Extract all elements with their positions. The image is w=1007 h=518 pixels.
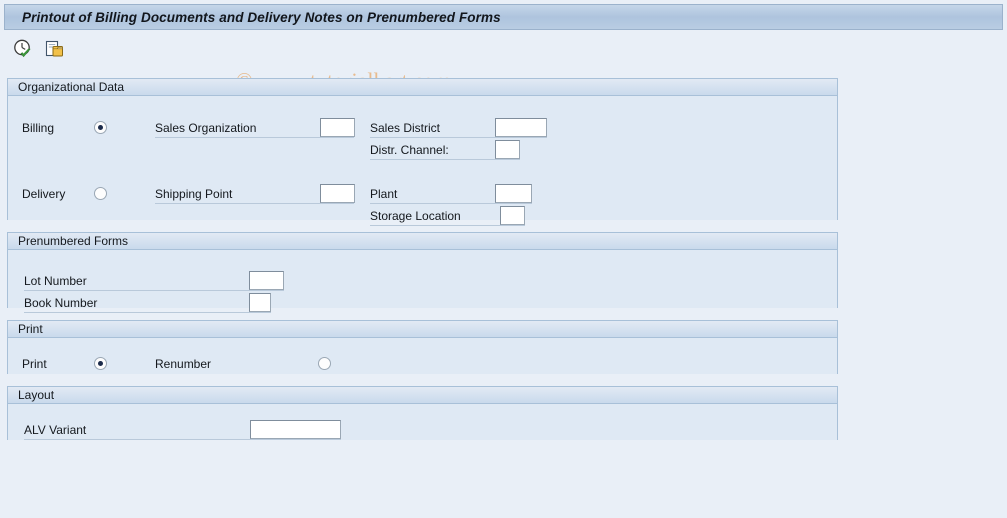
distr-channel-underline — [370, 159, 520, 160]
renumber-option-label: Renumber — [155, 357, 212, 371]
lot-number-input[interactable] — [249, 271, 284, 290]
sales-district-input[interactable] — [495, 118, 547, 137]
distr-channel-label: Distr. Channel: — [370, 143, 449, 157]
sales-district-label: Sales District — [370, 121, 441, 135]
storage-location-input[interactable] — [500, 206, 525, 225]
panel-print: Print Print Renumber — [7, 320, 838, 374]
billing-radio[interactable] — [94, 121, 107, 134]
panel-header-organizational-data: Organizational Data — [8, 79, 837, 96]
copy-documents-icon[interactable] — [44, 38, 66, 60]
panel-organizational-data: Organizational Data Billing Sales Organi… — [7, 78, 838, 226]
page-title: Printout of Billing Documents and Delive… — [22, 9, 501, 25]
sales-organization-input[interactable] — [320, 118, 355, 137]
delivery-label: Delivery — [22, 187, 66, 201]
panel-header-print: Print — [8, 321, 837, 338]
panel-body-layout: ALV Variant — [8, 404, 837, 440]
renumber-radio[interactable] — [318, 357, 331, 370]
shipping-point-underline — [155, 203, 354, 204]
lot-number-label: Lot Number — [24, 274, 87, 288]
panel-title-organizational-data: Organizational Data — [18, 80, 125, 94]
print-radio[interactable] — [94, 357, 107, 370]
distr-channel-input[interactable] — [495, 140, 520, 159]
sales-district-underline — [370, 137, 547, 138]
lot-number-underline — [24, 290, 284, 291]
panel-title-prenumbered-forms: Prenumbered Forms — [18, 234, 129, 248]
toolbar: © www.tutorialkart.com — [0, 32, 1007, 93]
alv-variant-underline — [24, 439, 341, 440]
sales-organization-label: Sales Organization — [155, 121, 257, 135]
print-option-label: Print — [22, 357, 47, 371]
execute-clock-check-icon[interactable] — [12, 38, 34, 60]
panel-title-print: Print — [18, 322, 43, 336]
panel-body-print: Print Renumber — [8, 338, 837, 374]
plant-underline — [370, 203, 532, 204]
storage-location-label: Storage Location — [370, 209, 461, 223]
panel-prenumbered-forms: Prenumbered Forms Lot Number Book Number — [7, 232, 838, 313]
book-number-input[interactable] — [249, 293, 271, 312]
billing-label: Billing — [22, 121, 55, 135]
alv-variant-input[interactable] — [250, 420, 341, 439]
panel-layout: Layout ALV Variant — [7, 386, 838, 440]
book-number-underline — [24, 312, 271, 313]
delivery-radio[interactable] — [94, 187, 107, 200]
alv-variant-label: ALV Variant — [24, 423, 87, 437]
shipping-point-input[interactable] — [320, 184, 355, 203]
panel-header-layout: Layout — [8, 387, 837, 404]
panel-body-organizational-data: Billing Sales Organization Sales Distric… — [8, 96, 837, 226]
shipping-point-label: Shipping Point — [155, 187, 233, 201]
storage-location-underline — [370, 225, 525, 226]
window-titlebar: Printout of Billing Documents and Delive… — [4, 4, 1003, 30]
plant-input[interactable] — [495, 184, 532, 203]
panel-body-prenumbered-forms: Lot Number Book Number — [8, 250, 837, 313]
panel-header-prenumbered-forms: Prenumbered Forms — [8, 233, 837, 250]
sales-organization-underline — [155, 137, 354, 138]
panel-title-layout: Layout — [18, 388, 55, 402]
book-number-label: Book Number — [24, 296, 98, 310]
plant-label: Plant — [370, 187, 398, 201]
